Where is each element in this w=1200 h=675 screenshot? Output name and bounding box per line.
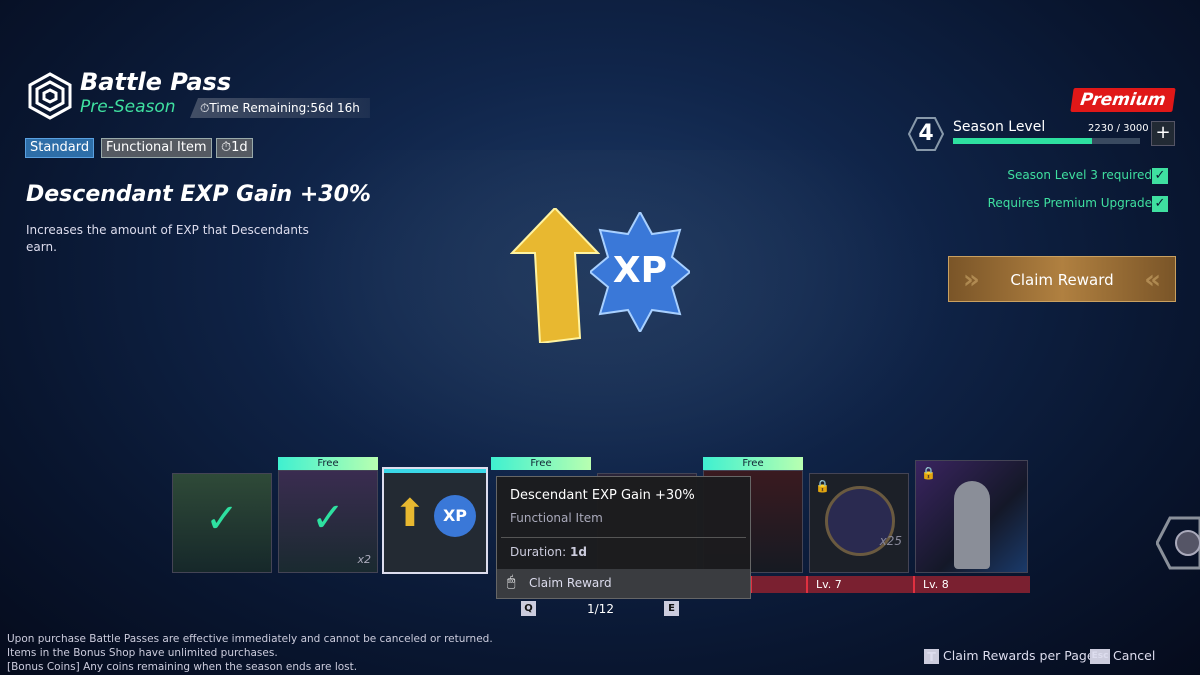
season-progress-bar	[953, 138, 1140, 144]
season-name: Pre-Season	[80, 97, 176, 117]
buy-level-button[interactable]: +	[1151, 121, 1175, 146]
season-exp-value: 2230 / 3000	[1088, 123, 1149, 134]
xp-badge-icon: XP	[588, 209, 692, 335]
season-level-label: Season Level	[953, 119, 1046, 135]
exp-arrow-icon	[509, 206, 601, 345]
season-level-number: 4	[918, 121, 934, 146]
xp-badge-icon: XP	[434, 495, 476, 537]
tooltip-duration: Duration: 1d	[510, 545, 587, 559]
chevrons-left-icon: «	[1144, 265, 1161, 295]
claimed-check-icon: ✓	[311, 495, 345, 541]
reward-card-emote[interactable]: 🔒	[915, 460, 1028, 573]
esc-key: Esc	[1090, 649, 1110, 664]
reward-card-grenade[interactable]: ✓ x2	[278, 470, 378, 573]
stopwatch-icon: ⏱	[200, 101, 210, 115]
stopwatch-icon: ⏱	[221, 140, 232, 155]
bonus-shop-gem-icon[interactable]	[1155, 516, 1200, 570]
tooltip-claim-action[interactable]: 🖱 Claim Reward	[497, 569, 750, 598]
tooltip-type: Functional Item	[510, 511, 603, 525]
lock-icon: 🔒	[921, 466, 936, 480]
claim-per-page-hint[interactable]: Claim Rewards per Page	[943, 648, 1095, 663]
check-icon: ✓	[1152, 168, 1168, 184]
level-bar-7: Lv. 7	[806, 576, 913, 593]
claim-reward-button[interactable]: » Claim Reward «	[948, 256, 1176, 302]
reward-card-exp-selected[interactable]: ⬆ XP	[382, 467, 488, 574]
next-page-key[interactable]: E	[664, 601, 679, 616]
check-icon: ✓	[1152, 196, 1168, 212]
chevrons-right-icon: »	[963, 265, 980, 295]
tag-duration: ⏱1d	[216, 138, 253, 158]
season-progress-fill	[953, 138, 1092, 144]
item-description: Increases the amount of EXP that Descend…	[26, 223, 309, 254]
page-title: Battle Pass	[80, 68, 232, 96]
battle-pass-logo-icon	[28, 72, 72, 120]
requirement-premium: Requires Premium Upgrade	[987, 196, 1152, 210]
lock-icon: 🔒	[815, 479, 830, 493]
exp-arrow-icon: ⬆	[394, 491, 426, 535]
free-label: Free	[703, 457, 803, 470]
purchase-notice: Upon purchase Battle Passes are effectiv…	[7, 633, 493, 673]
level-bar-8: Lv. 8	[913, 576, 1030, 593]
tag-functional-item: Functional Item	[101, 138, 212, 158]
tooltip-title: Descendant EXP Gain +30%	[510, 488, 695, 503]
time-remaining: ⏱Time Remaining:56d 16h	[190, 98, 370, 118]
page-indicator: 1/12	[587, 602, 614, 616]
tag-standard: Standard	[25, 138, 95, 158]
cancel-hint[interactable]: Cancel	[1113, 648, 1155, 663]
mouse-icon: 🖱	[507, 574, 516, 590]
free-label: Free	[278, 457, 378, 470]
free-label: Free	[491, 457, 591, 470]
level-bar	[750, 576, 806, 593]
item-name: Descendant EXP Gain +30%	[26, 182, 371, 207]
premium-badge: Premium	[1070, 88, 1176, 112]
t-key: T	[924, 649, 939, 664]
prev-page-key[interactable]: Q	[521, 601, 536, 616]
reward-tooltip: Descendant EXP Gain +30% Functional Item…	[496, 476, 751, 599]
reward-card-emblem[interactable]: 🔒 x25	[809, 473, 909, 573]
reward-card-weapon[interactable]: ✓	[172, 473, 272, 573]
requirement-level: Season Level 3 required	[1007, 168, 1152, 182]
claimed-check-icon: ✓	[205, 496, 239, 542]
